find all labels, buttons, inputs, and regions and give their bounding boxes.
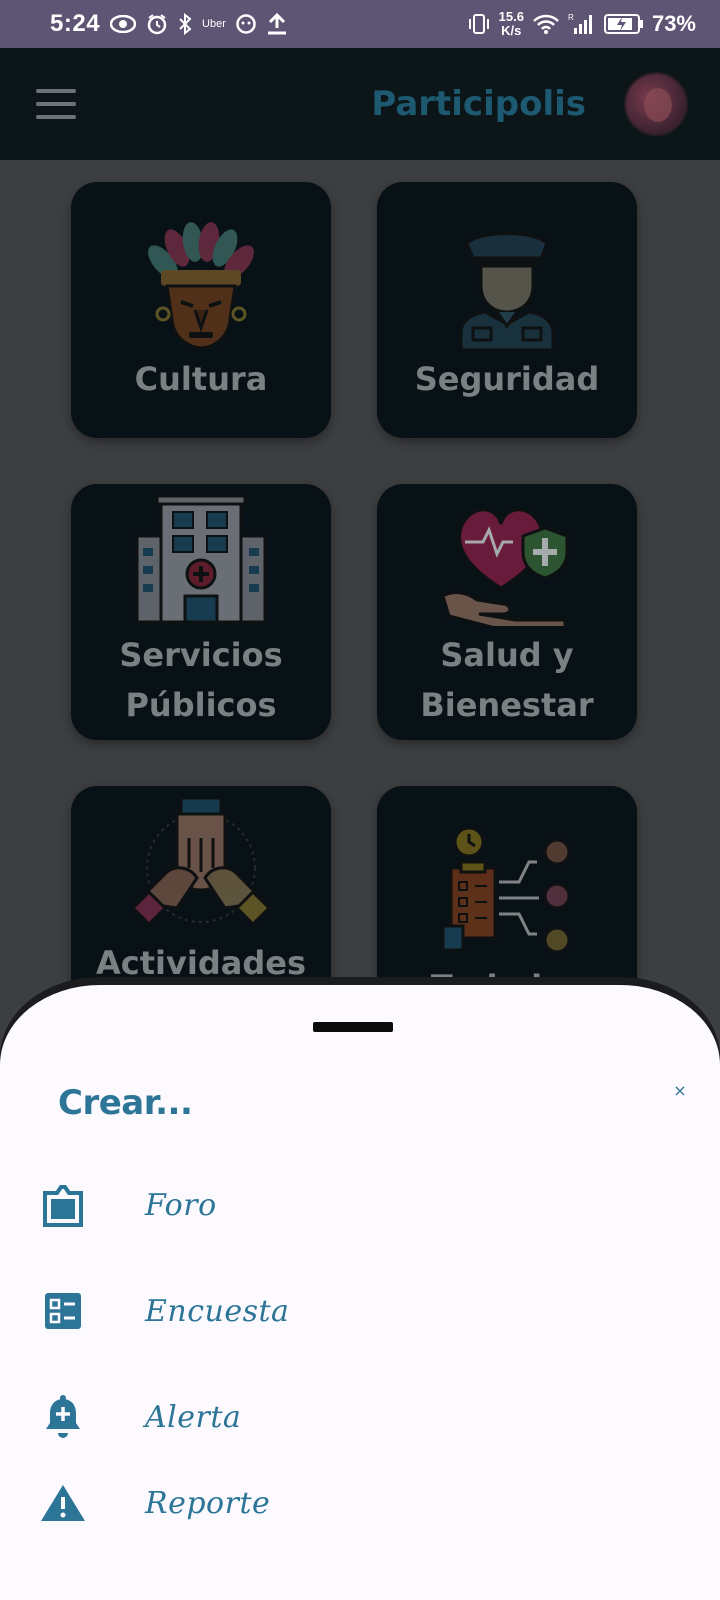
- category-label-line1: Salud y: [440, 636, 574, 674]
- battery-percent: 73%: [651, 11, 696, 36]
- category-card-cultura[interactable]: Cultura: [71, 182, 331, 438]
- net-speed-value: 15.6: [498, 9, 524, 24]
- option-foro[interactable]: Foro: [0, 1165, 720, 1245]
- app-bar: Participolis: [0, 48, 720, 160]
- option-label: Foro: [145, 1187, 217, 1223]
- hands-together-icon: [131, 796, 271, 936]
- survey-list-icon: [40, 1288, 86, 1334]
- category-label-line1: Servicios: [119, 636, 283, 674]
- create-bottom-sheet: Crear... × Foro Encuesta Alerta Reporte: [0, 985, 720, 1600]
- status-time: 5:24: [50, 10, 101, 37]
- net-speed-unit: K/s: [501, 23, 522, 38]
- hospital-building-icon: [131, 492, 271, 626]
- battery-charging-icon: [603, 13, 644, 35]
- option-alerta[interactable]: Alerta: [0, 1377, 720, 1457]
- tribal-mask-icon: [131, 212, 271, 352]
- category-label: Cultura: [134, 360, 268, 398]
- hamburger-line: [36, 102, 76, 106]
- sheet-drag-handle[interactable]: [313, 1022, 393, 1032]
- police-officer-icon: [437, 212, 577, 352]
- signal-badge: R: [568, 13, 574, 22]
- option-reporte[interactable]: Reporte: [0, 1463, 720, 1543]
- category-label-line2: Bienestar: [420, 686, 594, 724]
- bell-plus-icon: [40, 1394, 86, 1440]
- status-bar: 5:24 Uber 15.6 K/s R 73%: [0, 0, 720, 48]
- category-card-seguridad[interactable]: Seguridad: [377, 182, 637, 438]
- option-label: Encuesta: [145, 1293, 290, 1329]
- close-icon[interactable]: ×: [670, 1081, 690, 1101]
- eye-icon: [110, 15, 137, 33]
- sheet-title: Crear...: [58, 1083, 193, 1123]
- warning-triangle-icon: [40, 1480, 86, 1526]
- heart-in-hand-icon: [437, 492, 577, 626]
- bluetooth-icon: [178, 13, 192, 35]
- category-label: Seguridad: [414, 360, 600, 398]
- job-assignment-icon: [437, 820, 577, 960]
- alarm-icon: [146, 13, 168, 35]
- option-encuesta[interactable]: Encuesta: [0, 1271, 720, 1351]
- option-label: Alerta: [145, 1399, 242, 1435]
- category-label-line2: Públicos: [125, 686, 277, 724]
- avatar[interactable]: [624, 72, 688, 136]
- option-label: Reporte: [145, 1485, 271, 1521]
- face-icon: [236, 14, 256, 34]
- category-card-salud-bienestar[interactable]: Salud y Bienestar: [377, 484, 637, 740]
- forum-icon: [40, 1182, 86, 1228]
- net-speed: 15.6 K/s: [499, 10, 524, 38]
- uber-badge: Uber: [202, 18, 226, 30]
- hamburger-icon: [36, 89, 76, 93]
- app-title: Participolis: [371, 84, 586, 124]
- wifi-icon: [532, 13, 560, 35]
- hamburger-line: [36, 115, 76, 119]
- upload-icon: [266, 12, 288, 36]
- vibrate-icon: [467, 13, 491, 35]
- cell-signal-icon: R: [568, 12, 596, 36]
- category-label: Actividades: [96, 944, 306, 982]
- menu-button[interactable]: [36, 89, 76, 119]
- category-card-servicios-publicos[interactable]: Servicios Públicos: [71, 484, 331, 740]
